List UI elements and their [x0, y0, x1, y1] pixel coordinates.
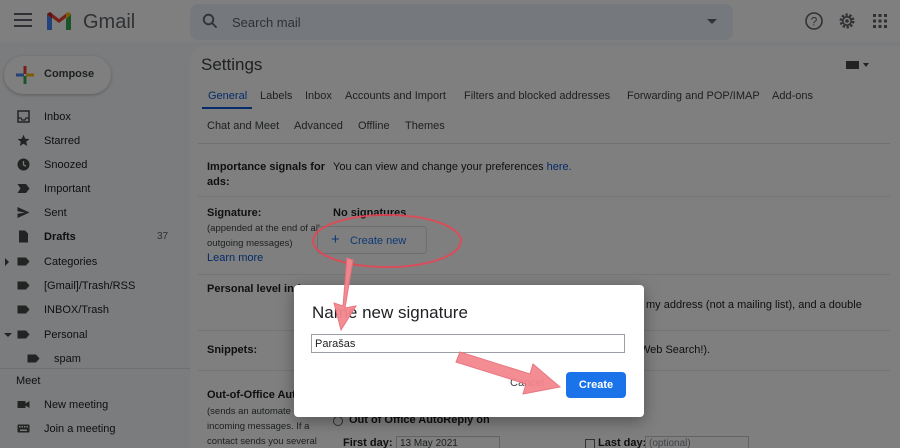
- name-signature-dialog: Name new signature Cancel Create: [294, 285, 644, 417]
- cancel-button[interactable]: Cancel: [510, 377, 544, 389]
- signature-name-input[interactable]: [311, 334, 625, 353]
- dialog-title: Name new signature: [312, 303, 468, 322]
- create-button[interactable]: Create: [566, 372, 626, 398]
